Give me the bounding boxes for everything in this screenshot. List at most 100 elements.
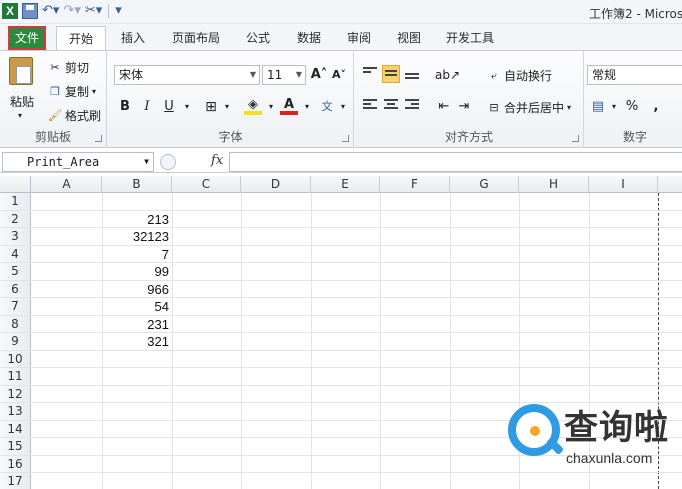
cell-b[interactable]	[102, 368, 172, 385]
font-color-icon[interactable]: A	[280, 95, 298, 115]
cell-b[interactable]	[102, 456, 172, 473]
increase-indent-icon[interactable]: ⇥	[455, 97, 473, 117]
column-header-f[interactable]: F	[380, 176, 450, 193]
paste-dropdown-icon[interactable]: ▾	[18, 111, 22, 120]
tab-home[interactable]: 开始	[56, 26, 106, 51]
align-center-icon[interactable]	[382, 97, 400, 115]
column-header-i[interactable]: I	[589, 176, 658, 193]
cell-b[interactable]: 32123	[102, 228, 172, 245]
select-all-corner[interactable]	[0, 176, 31, 193]
tab-view[interactable]: 视图	[395, 26, 423, 50]
row-header[interactable]: 4	[0, 245, 31, 262]
row-header[interactable]: 10	[0, 350, 31, 367]
font-name-combo[interactable]: 宋体 ▼	[114, 65, 260, 85]
tab-insert[interactable]: 插入	[118, 26, 148, 50]
font-size-combo[interactable]: 11 ▼	[262, 65, 306, 85]
number-format-combo[interactable]: 常规	[587, 65, 682, 85]
paste-icon[interactable]	[9, 57, 33, 85]
bold-button[interactable]: B	[116, 97, 134, 117]
row-header[interactable]: 13	[0, 403, 31, 420]
column-header-c[interactable]: C	[172, 176, 241, 193]
fill-color-icon[interactable]: ◈	[244, 95, 262, 115]
wrap-text-button[interactable]: ⤶ 自动换行	[487, 67, 552, 84]
row-header[interactable]: 8	[0, 315, 31, 332]
row-header[interactable]: 9	[0, 333, 31, 350]
fill-color-dropdown-icon[interactable]: ▾	[262, 97, 280, 117]
row-header[interactable]: 3	[0, 228, 31, 245]
insert-function-icon[interactable]: fx	[211, 153, 223, 168]
borders-dropdown-icon[interactable]: ▾	[218, 97, 236, 117]
name-box[interactable]: Print_Area ▼	[2, 152, 154, 172]
column-header-d[interactable]: D	[241, 176, 311, 193]
row-header[interactable]: 11	[0, 368, 31, 385]
cell-b[interactable]	[102, 386, 172, 403]
undo-icon[interactable]: ↶▾	[42, 3, 59, 19]
font-color-dropdown-icon[interactable]: ▾	[298, 97, 316, 117]
cell-b[interactable]: 7	[102, 246, 172, 263]
percent-button[interactable]: %	[623, 97, 641, 117]
align-left-icon[interactable]	[361, 97, 379, 115]
row-header[interactable]: 2	[0, 210, 31, 227]
tab-review[interactable]: 审阅	[345, 26, 373, 50]
cell-b[interactable]: 213	[102, 211, 172, 228]
cell-b[interactable]: 321	[102, 333, 172, 350]
tab-file[interactable]: 文件	[8, 26, 46, 50]
column-header-g[interactable]: G	[450, 176, 519, 193]
cell-b[interactable]	[102, 403, 172, 420]
column-header-h[interactable]: H	[519, 176, 589, 193]
cell-b[interactable]	[102, 351, 172, 368]
tab-formulas[interactable]: 公式	[244, 26, 272, 50]
row-header[interactable]: 16	[0, 455, 31, 472]
cell-b[interactable]	[102, 421, 172, 438]
row-header[interactable]: 14	[0, 420, 31, 437]
underline-button[interactable]: U	[160, 97, 178, 117]
decrease-indent-icon[interactable]: ⇤	[435, 97, 453, 117]
paste-button[interactable]: 粘贴	[10, 93, 34, 110]
phonetic-dropdown-icon[interactable]: ▾	[334, 97, 352, 117]
save-icon[interactable]	[22, 3, 38, 19]
formula-input[interactable]	[229, 152, 682, 172]
row-header[interactable]: 5	[0, 263, 31, 280]
tab-page-layout[interactable]: 页面布局	[170, 26, 222, 50]
font-launcher-icon[interactable]	[342, 135, 349, 142]
middle-align-icon[interactable]	[382, 65, 400, 83]
align-right-icon[interactable]	[403, 97, 421, 115]
cell-b[interactable]: 966	[102, 281, 172, 298]
row-header[interactable]: 6	[0, 280, 31, 297]
underline-dropdown-icon[interactable]: ▾	[178, 97, 196, 117]
alignment-launcher-icon[interactable]	[572, 135, 579, 142]
qat-dropdown-icon[interactable]: ▾	[115, 3, 122, 19]
format-painter-button[interactable]: 🖌 格式刷	[48, 107, 101, 124]
cut-button[interactable]: ✂ 剪切	[48, 59, 89, 76]
cell-b[interactable]: 99	[102, 263, 172, 280]
cell-b[interactable]	[102, 438, 172, 455]
copy-button[interactable]: ❐ 复制 ▾	[48, 83, 96, 100]
merge-center-button[interactable]: ⊟ 合并后居中 ▾	[487, 99, 571, 116]
row-header[interactable]: 12	[0, 385, 31, 402]
cell-b[interactable]	[102, 473, 172, 489]
accounting-dropdown-icon[interactable]: ▾	[605, 97, 623, 117]
orientation-icon[interactable]: ab↗	[435, 65, 460, 85]
row-header[interactable]: 7	[0, 298, 31, 315]
clipboard-launcher-icon[interactable]	[95, 135, 102, 142]
shrink-font-icon[interactable]: A˅	[330, 65, 348, 85]
tab-data[interactable]: 数据	[295, 26, 323, 50]
italic-button[interactable]: I	[138, 97, 156, 117]
cell-b[interactable]: 231	[102, 316, 172, 333]
customize-icon[interactable]: ✂▾	[85, 3, 102, 19]
cell-b[interactable]	[102, 193, 172, 210]
row-header[interactable]: 1	[0, 193, 31, 210]
column-header-a[interactable]: A	[32, 176, 102, 193]
bottom-align-icon[interactable]	[403, 65, 421, 83]
top-align-icon[interactable]	[361, 65, 379, 83]
cell-b[interactable]: 54	[102, 298, 172, 315]
redo-icon[interactable]: ↷▾	[63, 3, 80, 19]
comma-button[interactable]: ,	[647, 97, 665, 117]
formula-bar-handle-icon[interactable]	[160, 154, 176, 170]
row-header[interactable]: 17	[0, 473, 31, 489]
row-header[interactable]: 15	[0, 438, 31, 455]
column-header-e[interactable]: E	[311, 176, 380, 193]
grow-font-icon[interactable]: A˄	[310, 65, 328, 85]
tab-developer[interactable]: 开发工具	[444, 26, 496, 50]
column-header-b[interactable]: B	[102, 176, 172, 193]
